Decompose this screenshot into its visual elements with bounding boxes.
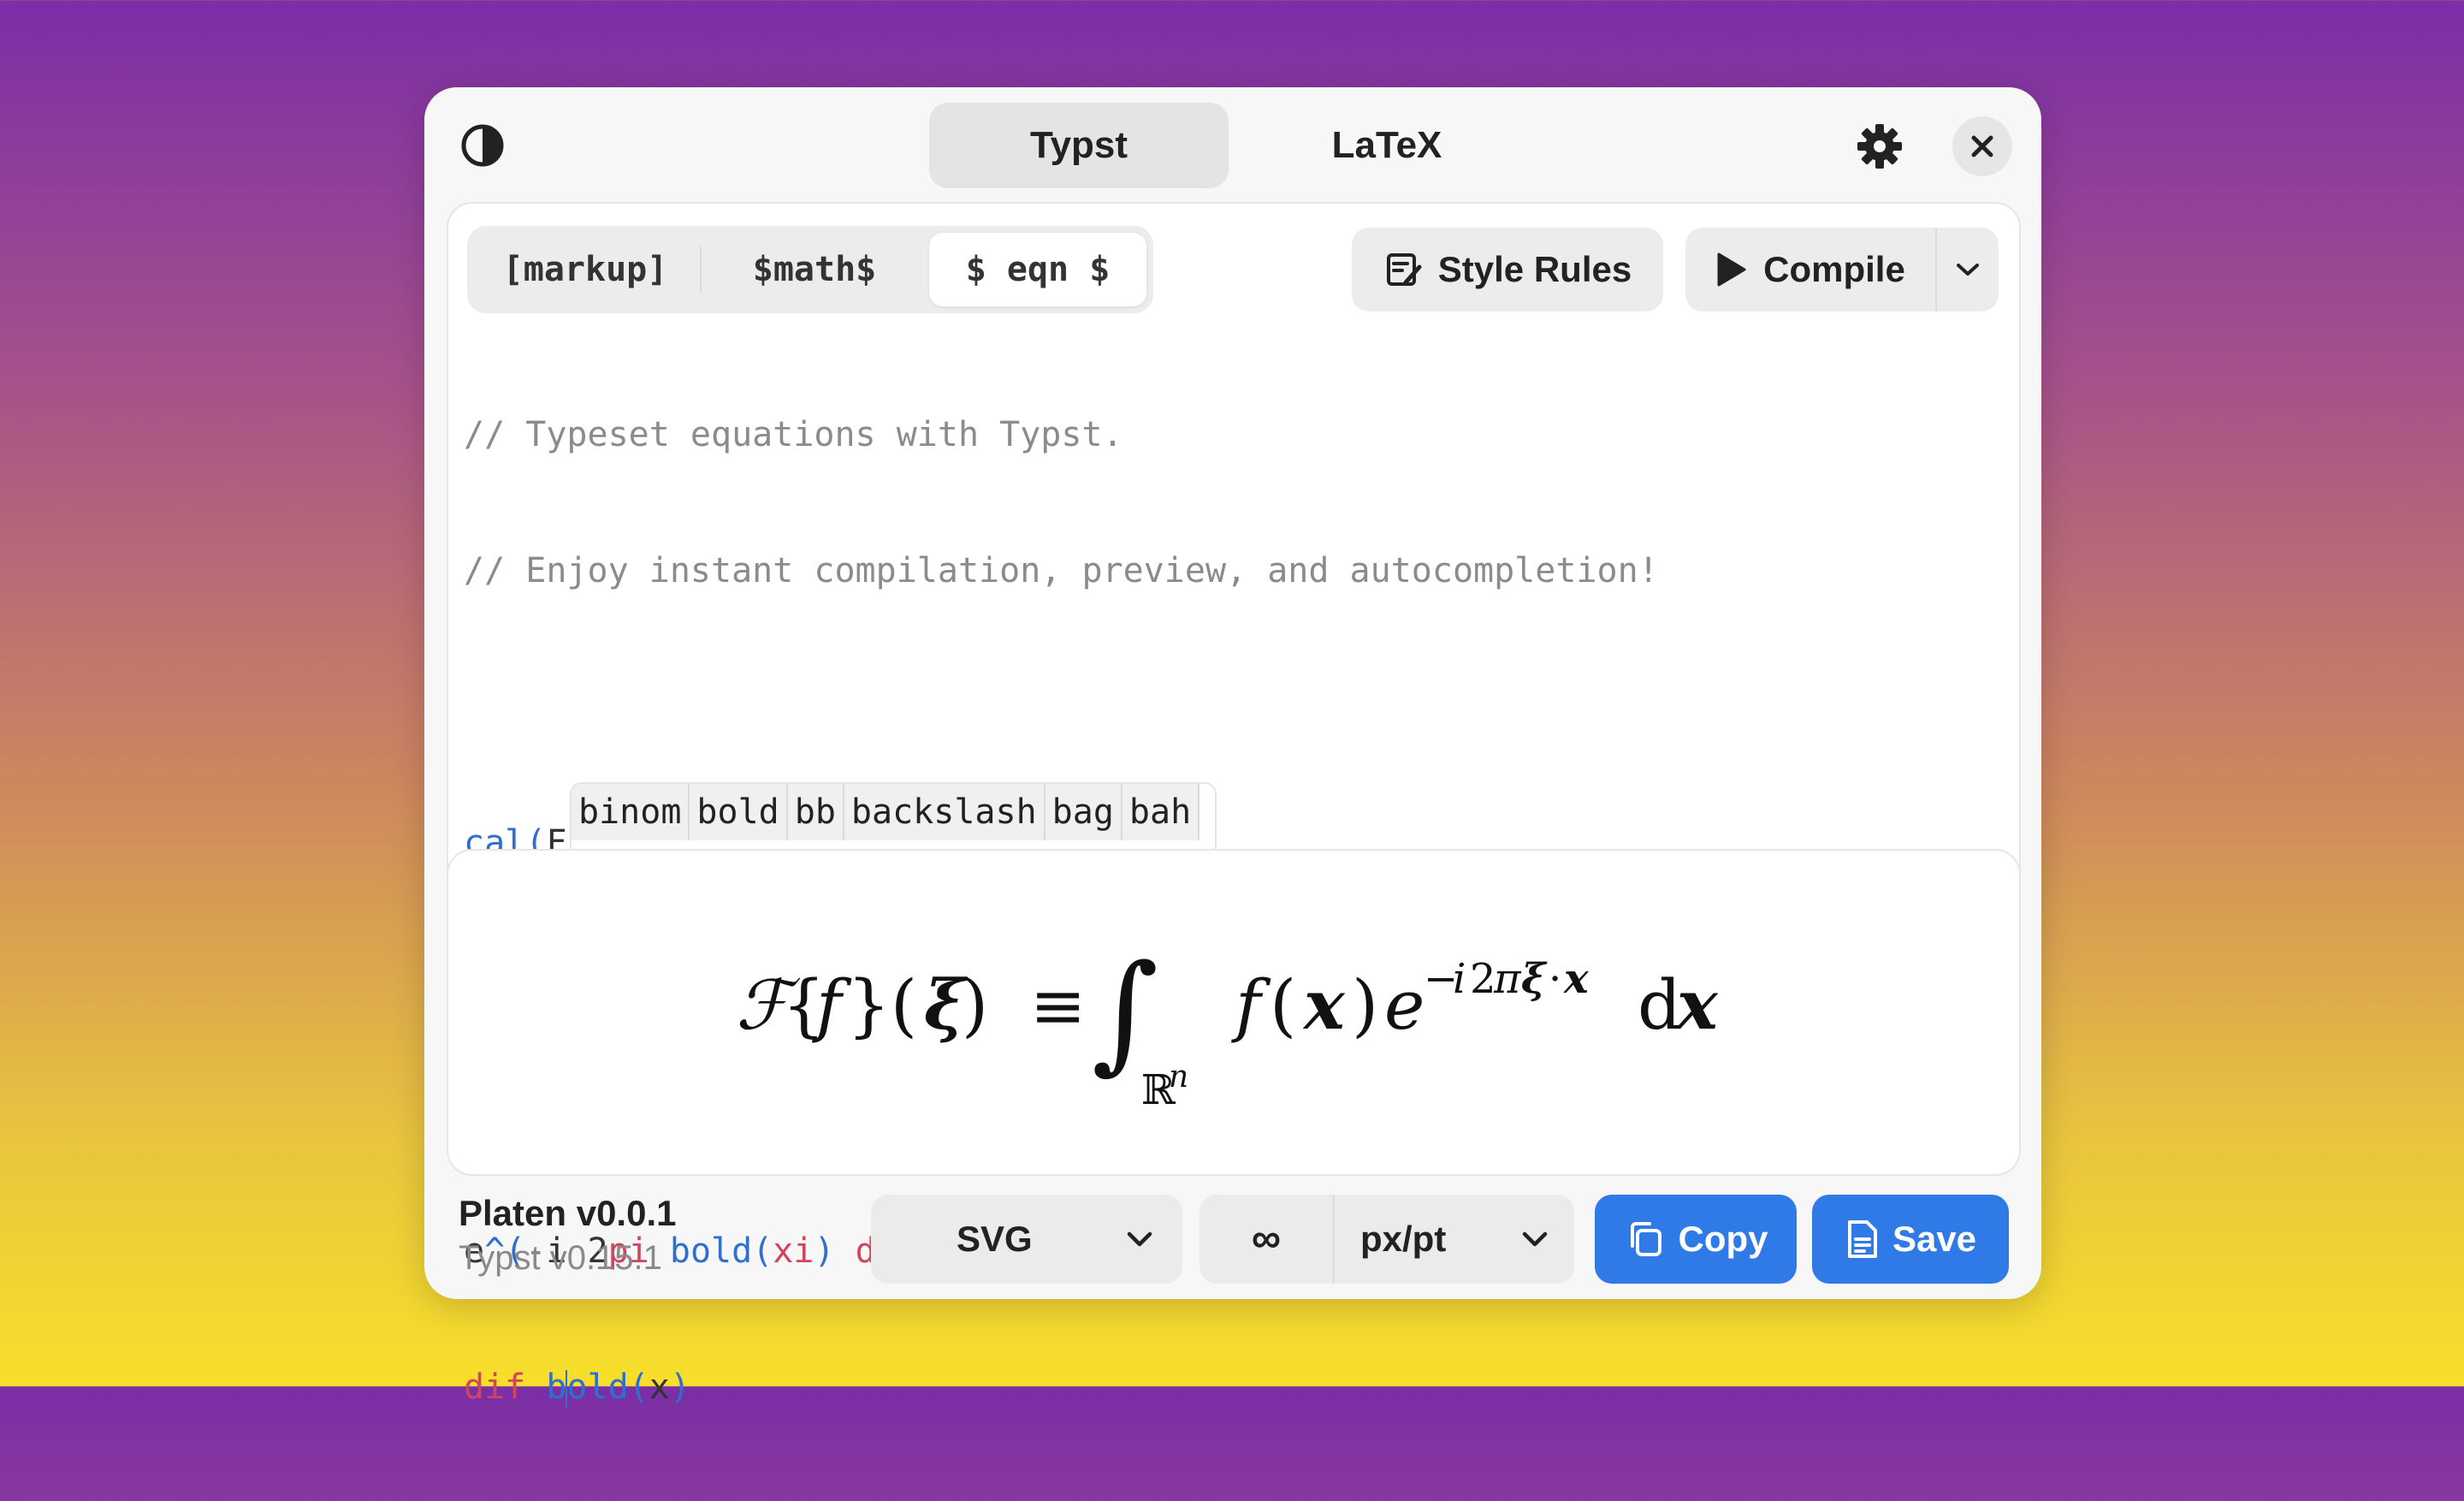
close-button[interactable] — [1952, 116, 2012, 176]
svg-text:d: d — [1638, 965, 1681, 1045]
autocomplete-item[interactable]: bah — [1122, 784, 1200, 840]
mode-tab-eqn[interactable]: $ eqn $ — [929, 233, 1146, 306]
svg-text:x: x — [1302, 964, 1346, 1045]
autocomplete-item[interactable]: bb — [787, 784, 844, 840]
app-window: Typst LaTeX [markup] $math$ $ eqn $ Styl… — [424, 87, 2041, 1408]
code-line: // Enjoy instant compilation, preview, a… — [464, 551, 1659, 590]
style-rules-button[interactable]: Style Rules — [1352, 228, 1663, 311]
save-button[interactable]: Save — [1812, 1195, 2009, 1284]
app-version: Platen v0.0.1 — [459, 1193, 677, 1233]
rendered-equation: ℱ { f }( ξ ) ≡ ∫ ℝ n f ( x ) e − i 2 π ξ… — [736, 938, 1719, 1114]
code-line: dif bold(x) — [464, 1368, 690, 1408]
chevron-down-icon — [1127, 1231, 1152, 1247]
style-rules-icon — [1386, 253, 1422, 286]
document-icon — [1847, 1220, 1877, 1258]
format-value: SVG — [957, 1219, 1033, 1259]
svg-text:x: x — [1563, 955, 1590, 1003]
contrast-icon — [461, 124, 504, 167]
svg-text:(: ( — [1270, 965, 1296, 1045]
tab-latex[interactable]: LaTeX — [1237, 103, 1537, 188]
play-icon — [1717, 252, 1746, 287]
compile-group: Compile — [1685, 228, 1999, 311]
gear-icon — [1857, 124, 1902, 169]
svg-text:≡: ≡ — [1030, 968, 1086, 1045]
copy-icon — [1630, 1222, 1661, 1256]
code-line: // Typeset equations with Typst. — [464, 415, 1123, 454]
svg-text:ξ: ξ — [1521, 955, 1548, 1003]
svg-text:f: f — [1231, 965, 1271, 1045]
compile-options-button[interactable] — [1937, 228, 1999, 311]
copy-button[interactable]: Copy — [1595, 1195, 1797, 1284]
mode-tab-math[interactable]: $math$ — [705, 233, 924, 306]
scale-input[interactable]: ∞ — [1199, 1195, 1333, 1284]
svg-text:·: · — [1549, 955, 1561, 1003]
preview-panel: ℱ { f }( ξ ) ≡ ∫ ℝ n f ( x ) e − i 2 π ξ… — [447, 849, 2021, 1176]
mode-selector: [markup] $math$ $ eqn $ — [467, 226, 1153, 313]
editor-panel: [markup] $math$ $ eqn $ Style Rules Comp… — [447, 202, 2021, 1408]
unit-select[interactable]: px/pt — [1360, 1195, 1446, 1284]
svg-text:∫: ∫ — [1092, 938, 1158, 1087]
autocomplete-item[interactable]: bag — [1045, 784, 1122, 840]
save-label: Save — [1892, 1219, 1977, 1259]
chevron-down-icon[interactable] — [1519, 1224, 1550, 1255]
language-tabs: Typst LaTeX — [929, 103, 1541, 188]
typst-version: Typst v0.15.1 — [459, 1239, 662, 1277]
copy-label: Copy — [1678, 1219, 1768, 1259]
autocomplete-item[interactable]: bold — [690, 784, 788, 840]
svg-text:): ) — [1352, 965, 1378, 1045]
autocomplete-item[interactable]: binom — [572, 784, 690, 840]
svg-text:): ) — [962, 965, 988, 1045]
svg-text:}(: }( — [847, 965, 917, 1045]
tab-typst[interactable]: Typst — [929, 103, 1229, 188]
autocomplete-item[interactable]: backslash — [844, 784, 1045, 840]
svg-text:2: 2 — [1470, 955, 1496, 1003]
mode-divider — [700, 246, 702, 293]
style-rules-label: Style Rules — [1437, 249, 1632, 289]
svg-text:x: x — [1675, 964, 1719, 1045]
close-icon — [1971, 135, 1993, 157]
mode-tab-markup[interactable]: [markup] — [474, 233, 696, 306]
compile-label: Compile — [1763, 249, 1905, 289]
svg-text:e: e — [1384, 965, 1424, 1045]
scale-group: ∞ px/pt — [1199, 1195, 1574, 1284]
theme-toggle-button[interactable] — [459, 122, 506, 169]
equation-preview: ℱ { f }( ξ ) ≡ ∫ ℝ n f ( x ) e − i 2 π ξ… — [448, 851, 2019, 1174]
svg-text:f: f — [812, 965, 852, 1045]
chevron-down-icon — [1957, 264, 1979, 276]
compile-button[interactable]: Compile — [1685, 228, 1934, 311]
svg-text:i: i — [1453, 955, 1466, 1003]
format-select[interactable]: SVG — [871, 1195, 1182, 1284]
settings-button[interactable] — [1850, 116, 1910, 176]
svg-text:π: π — [1493, 955, 1522, 1003]
svg-text:n: n — [1169, 1059, 1188, 1095]
autocomplete-list: binom bold bb backslash bag bah — [572, 784, 1200, 840]
scale-divider — [1333, 1195, 1335, 1284]
